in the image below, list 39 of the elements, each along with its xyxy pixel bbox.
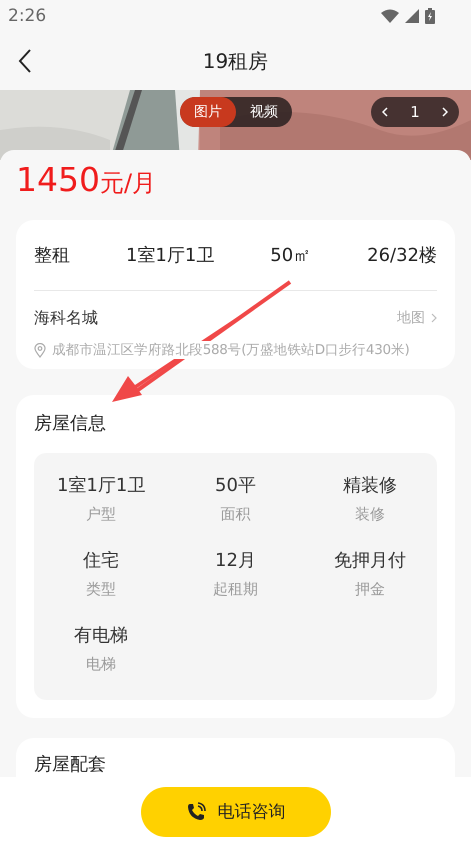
- chevron-right-icon: [431, 313, 437, 323]
- info-value: 12月: [215, 549, 256, 572]
- info-value: 50平: [215, 474, 256, 497]
- signal-icon: [405, 9, 419, 23]
- info-value: 有电梯: [74, 624, 128, 647]
- info-label: 起租期: [212, 580, 258, 599]
- chevron-right-icon[interactable]: [442, 107, 448, 117]
- call-button[interactable]: 电话咨询: [140, 786, 330, 836]
- page-title: 19租房: [202, 48, 268, 74]
- price-amount: 1450: [16, 160, 100, 199]
- info-label: 装修: [354, 505, 385, 524]
- back-icon[interactable]: [18, 49, 32, 73]
- media-tab[interactable]: 图片: [180, 97, 236, 127]
- wifi-icon: [381, 9, 399, 23]
- section-title: 房屋配套: [34, 753, 107, 777]
- info-value: 精装修: [342, 474, 397, 497]
- price-unit: 元/月: [100, 168, 156, 199]
- info-label: 电梯: [86, 655, 116, 674]
- battery-icon: [425, 8, 435, 24]
- chevron-left-icon[interactable]: [382, 107, 388, 117]
- section-title: 房屋信息: [34, 412, 107, 436]
- community-name: 海科名城: [34, 308, 98, 328]
- address-text: 成都市温江区学府路北段588号(万盛地铁站D口步行430米): [52, 341, 410, 359]
- phone-icon: [186, 802, 206, 822]
- info-value: 1室1厅1卫: [56, 474, 146, 497]
- info-value: 住宅: [83, 549, 120, 572]
- info-label: 押金: [354, 580, 385, 599]
- info-label: 面积: [220, 505, 250, 524]
- status-time: 2:26: [8, 6, 46, 26]
- media-tab[interactable]: 视频: [236, 97, 292, 127]
- page-number: 1: [410, 103, 420, 121]
- info-value: 免押月付: [334, 549, 406, 572]
- fact-text: 50㎡: [270, 244, 312, 267]
- location-pin-icon: [34, 342, 46, 358]
- fact-text: 整租: [34, 244, 70, 267]
- fact-text: 1室1厅1卫: [126, 244, 214, 267]
- fact-text: 26/32楼: [367, 244, 437, 267]
- info-label: 类型: [86, 580, 116, 599]
- info-label: 户型: [86, 505, 116, 524]
